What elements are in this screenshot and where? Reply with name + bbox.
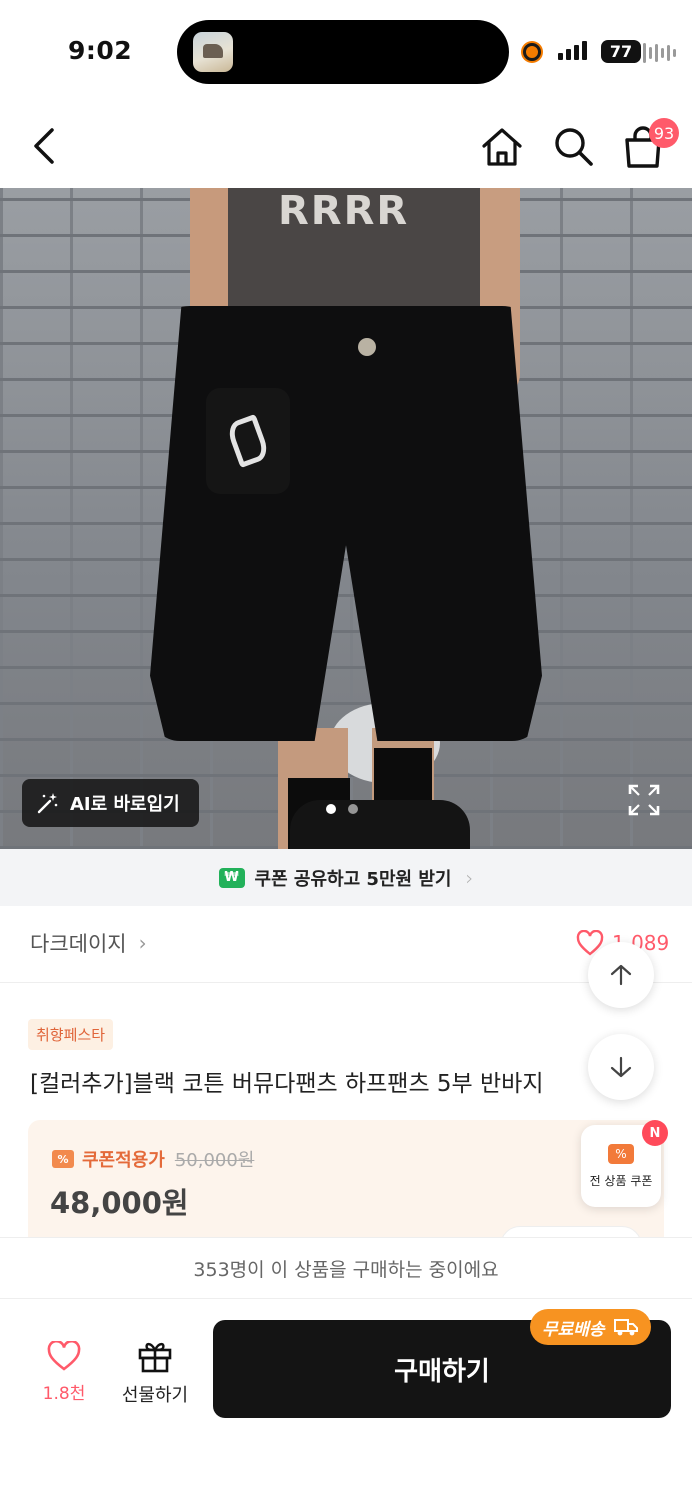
ai-try-on-label: AI로 바로입기 [70, 794, 180, 815]
cart-count-badge: 93 [649, 118, 679, 148]
chevron-right-icon: › [465, 865, 474, 890]
coupon-icon: % [608, 1143, 634, 1164]
arrow-down-icon [610, 1056, 632, 1078]
home-icon[interactable] [480, 126, 524, 168]
status-time: 9:02 [68, 36, 133, 65]
heart-icon [47, 1341, 81, 1371]
image-pager [326, 804, 358, 814]
top-navigation [0, 100, 692, 188]
pager-dot[interactable] [348, 804, 358, 814]
battery-level: 77 [609, 42, 633, 61]
dynamic-island[interactable] [177, 20, 676, 84]
social-proof-bar: 353명이 이 상품을 구매하는 중이에요 [0, 1237, 692, 1299]
product-title: [컬러추가]블랙 코튼 버뮤다팬츠 하프팬츠 5부 반바지 [30, 1071, 544, 1097]
won-icon: ₩ [218, 867, 245, 888]
product-shorts [150, 306, 542, 741]
all-coupon-label: 전 상품 쿠폰 [589, 1173, 653, 1188]
buy-label: 구매하기 [394, 1356, 490, 1387]
sale-price: 48,000원 [50, 1186, 189, 1220]
brand-link[interactable]: 다크데이지 › [30, 928, 147, 958]
scroll-down-button[interactable] [588, 1034, 654, 1100]
like-count: 1.8천 [42, 1384, 86, 1404]
battery-icon: 77 [601, 40, 646, 63]
model-shoes [290, 800, 470, 849]
chevron-right-icon: › [138, 931, 147, 955]
gift-button[interactable]: 선물하기 [114, 1339, 196, 1407]
ai-try-on-button[interactable]: AI로 바로입기 [22, 779, 199, 827]
new-badge: N [642, 1120, 668, 1146]
status-bar: 9:02 77 [0, 0, 692, 100]
search-icon[interactable] [551, 124, 595, 168]
bottom-action-bar: 1.8천 선물하기 구매하기 무료배송 [0, 1299, 692, 1500]
coupon-icon: % [52, 1150, 74, 1168]
free-shipping-badge: 무료배송 [530, 1309, 651, 1345]
social-proof-text: 353명이 이 상품을 구매하는 중이에요 [193, 1258, 499, 1281]
back-icon[interactable] [26, 124, 66, 168]
truck-icon [613, 1319, 638, 1336]
magic-wand-icon [37, 793, 58, 814]
like-button[interactable]: 1.8천 [28, 1341, 100, 1404]
brand-name: 다크데이지 [30, 932, 127, 956]
now-playing-thumbnail [193, 32, 233, 72]
promo-tag: 취향페스타 [28, 1019, 114, 1050]
coupon-price-row: % 쿠폰적용가 50,000원 [52, 1146, 254, 1172]
recording-indicator-icon [523, 43, 541, 61]
scroll-up-button[interactable] [588, 942, 654, 1008]
pager-dot-active[interactable] [326, 804, 336, 814]
coupon-share-label: 쿠폰 공유하고 5만원 받기 [254, 868, 452, 890]
product-image[interactable]: RRRR [0, 188, 692, 849]
shorts-button [358, 338, 376, 356]
gift-label: 선물하기 [121, 1385, 189, 1406]
coupon-share-banner[interactable]: ₩ 쿠폰 공유하고 5만원 받기 › [0, 849, 692, 906]
cellular-signal-icon [558, 40, 587, 60]
gift-icon [138, 1342, 172, 1373]
shirt-print-text: RRRR [278, 188, 410, 234]
arrow-up-icon [610, 964, 632, 986]
original-price: 50,000원 [174, 1150, 255, 1171]
expand-icon[interactable] [626, 782, 662, 818]
coupon-price-label: 쿠폰적용가 [82, 1150, 165, 1171]
free-shipping-label: 무료배송 [542, 1319, 605, 1340]
